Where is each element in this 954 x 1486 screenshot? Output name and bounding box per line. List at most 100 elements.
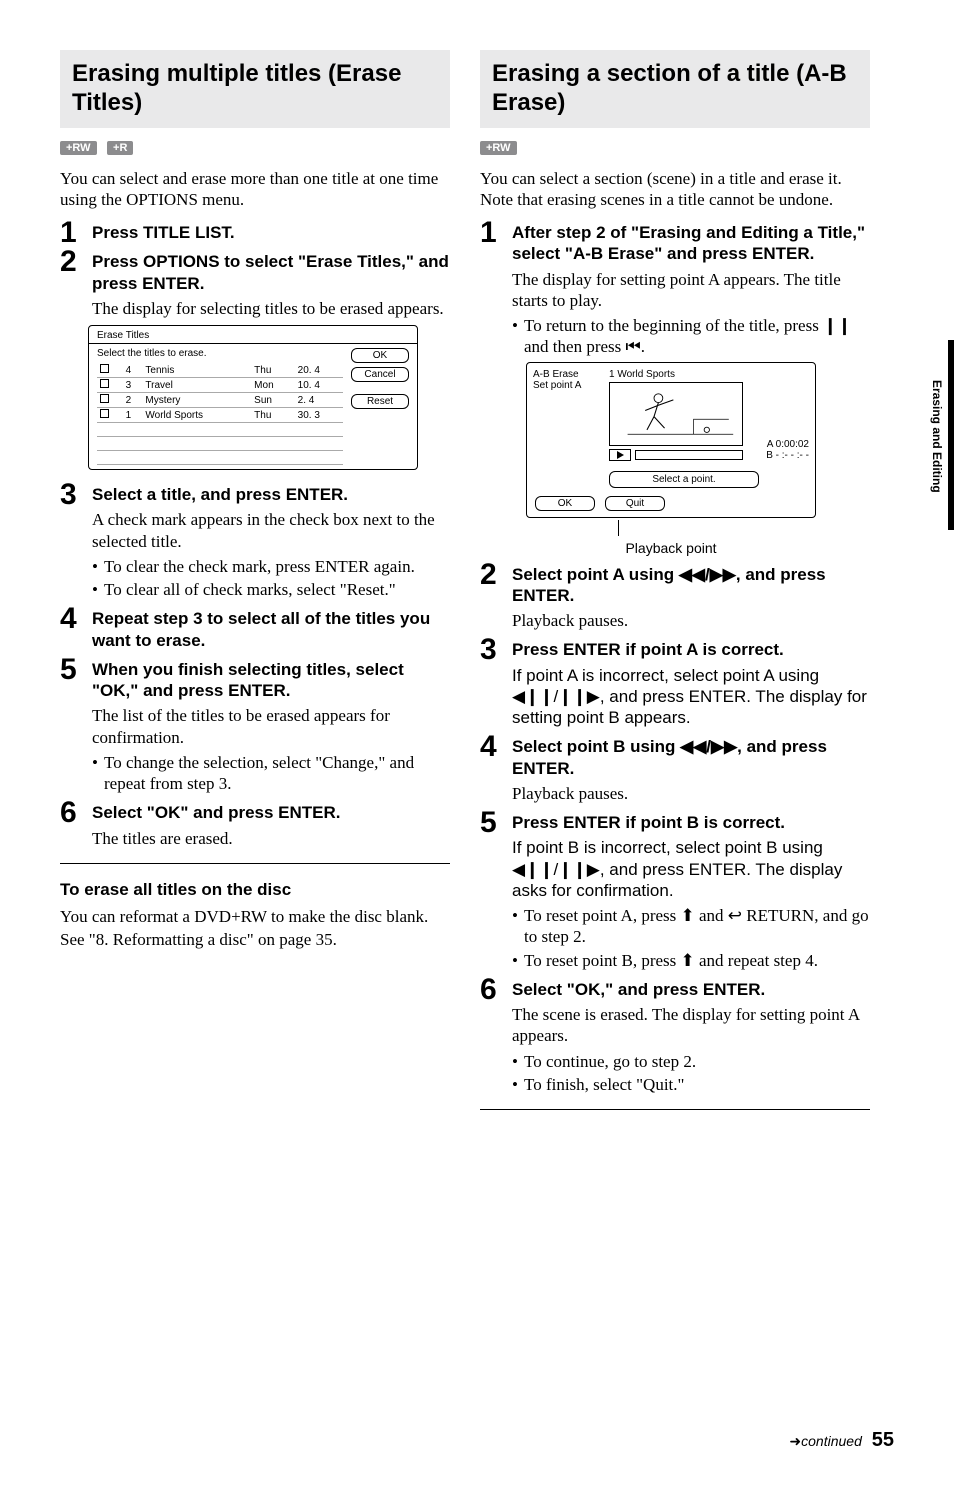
time-a: A 0:00:02 — [753, 439, 809, 450]
bullet: To reset point B, press ⬆ and repeat ste… — [512, 950, 870, 971]
row-len: 30. 3 — [295, 408, 343, 423]
left-subheading: To erase all titles on the disc — [60, 880, 450, 900]
right-intro: You can select a section (scene) in a ti… — [480, 168, 870, 211]
right-step-3: Press ENTER if point A is correct. If po… — [480, 639, 870, 728]
dialog-ok-button: OK — [535, 496, 595, 511]
left-section-title: Erasing multiple titles (Erase Titles) — [60, 50, 450, 128]
step-title: Select point B using ◀◀/▶▶, and press EN… — [512, 736, 870, 779]
step-title: Select a title, and press ENTER. — [92, 484, 450, 505]
left-intro: You can select and erase more than one t… — [60, 168, 450, 211]
bullet: To finish, select "Quit." — [512, 1074, 870, 1095]
row-name: World Sports — [142, 408, 251, 423]
step-title: Repeat step 3 to select all of the title… — [92, 608, 450, 651]
step-title: Press TITLE LIST. — [92, 222, 450, 243]
row-len: 2. 4 — [295, 393, 343, 408]
badge-rw: +RW — [480, 141, 517, 155]
step-body: The display for setting point A appears.… — [512, 269, 870, 312]
left-step-5: When you finish selecting titles, select… — [60, 659, 450, 795]
step-title: Select "OK," and press ENTER. — [512, 979, 870, 1000]
left-step-6: Select "OK" and press ENTER. The titles … — [60, 802, 450, 849]
row-day: Sun — [251, 393, 295, 408]
step-title: After step 2 of "Erasing and Editing a T… — [512, 222, 870, 265]
dialog-row: 4 Tennis Thu 20. 4 — [97, 363, 343, 378]
step-title: Press OPTIONS to select "Erase Titles," … — [92, 251, 450, 294]
row-name: Mystery — [142, 393, 251, 408]
left-subbody2: See "8. Reformatting a disc" on page 35. — [60, 929, 450, 950]
left-steps: Press TITLE LIST. Press OPTIONS to selec… — [60, 222, 450, 849]
right-section-title: Erasing a section of a title (A-B Erase) — [480, 50, 870, 128]
bullet: To continue, go to step 2. — [512, 1051, 870, 1072]
dialog-caption: Playback point — [526, 522, 816, 556]
progress-track — [635, 450, 743, 460]
dialog-ok-button: OK — [351, 348, 409, 363]
divider — [480, 1109, 870, 1110]
dialog-table: 4 Tennis Thu 20. 4 3 Travel Mon — [97, 363, 343, 465]
arrow-right-icon: ➜ — [789, 1433, 801, 1449]
left-step-2: Press OPTIONS to select "Erase Titles," … — [60, 251, 450, 470]
badge-rw: +RW — [60, 141, 97, 155]
step-title: Select point A using ◀◀/▶▶, and press EN… — [512, 564, 870, 607]
left-column: Erasing multiple titles (Erase Titles) +… — [60, 50, 450, 1120]
checkbox-icon — [100, 394, 109, 403]
play-icon — [609, 449, 631, 461]
dialog-row: 3 Travel Mon 10. 4 — [97, 378, 343, 393]
checkbox-icon — [100, 379, 109, 388]
right-step-2: Select point A using ◀◀/▶▶, and press EN… — [480, 564, 870, 632]
step-body: The scene is erased. The display for set… — [512, 1004, 870, 1047]
dialog-clip-name: 1 World Sports — [609, 369, 743, 380]
divider — [60, 863, 450, 864]
step-body: The display for selecting titles to be e… — [92, 298, 450, 319]
side-tab-label: Erasing and Editing — [930, 380, 944, 493]
bullet: To return to the beginning of the title,… — [512, 315, 870, 358]
step-body: The list of the titles to be erased appe… — [92, 705, 450, 748]
dialog-screen — [609, 382, 743, 446]
step-body: If point A is incorrect, select point A … — [512, 665, 870, 729]
row-day: Thu — [251, 363, 295, 378]
left-step-4: Repeat step 3 to select all of the title… — [60, 608, 450, 651]
row-num: 2 — [123, 393, 143, 408]
side-tab: Erasing and Editing — [932, 340, 954, 530]
dialog-cancel-button: Cancel — [351, 367, 409, 382]
row-num: 4 — [123, 363, 143, 378]
row-num: 1 — [123, 408, 143, 423]
step-body: Playback pauses. — [512, 783, 870, 804]
left-badges: +RW +R — [60, 138, 450, 156]
dialog-quit-button: Quit — [605, 496, 665, 511]
bullet: To change the selection, select "Change,… — [92, 752, 450, 795]
badge-r: +R — [107, 141, 133, 155]
dialog-label1: A-B Erase — [533, 369, 599, 380]
row-name: Travel — [142, 378, 251, 393]
ab-erase-dialog: A-B Erase Set point A 1 World Sports — [526, 362, 816, 518]
row-name: Tennis — [142, 363, 251, 378]
left-step-3: Select a title, and press ENTER. A check… — [60, 484, 450, 600]
step-body: A check mark appears in the check box ne… — [92, 509, 450, 552]
bullet: To clear the check mark, press ENTER aga… — [92, 556, 450, 577]
dialog-row: 1 World Sports Thu 30. 3 — [97, 408, 343, 423]
right-step-1: After step 2 of "Erasing and Editing a T… — [480, 222, 870, 556]
right-badges: +RW — [480, 138, 870, 156]
left-step-1: Press TITLE LIST. — [60, 222, 450, 243]
step-body: The titles are erased. — [92, 828, 450, 849]
dialog-title: Erase Titles — [89, 330, 417, 344]
dialog-row: 2 Mystery Sun 2. 4 — [97, 393, 343, 408]
right-column: Erasing a section of a title (A-B Erase)… — [480, 50, 870, 1120]
checkbox-icon — [100, 364, 109, 373]
continued-label: continued — [801, 1433, 862, 1449]
right-steps: After step 2 of "Erasing and Editing a T… — [480, 222, 870, 1095]
row-num: 3 — [123, 378, 143, 393]
row-len: 10. 4 — [295, 378, 343, 393]
row-day: Mon — [251, 378, 295, 393]
step-body: If point B is incorrect, select point B … — [512, 837, 870, 901]
step-title: When you finish selecting titles, select… — [92, 659, 450, 702]
side-tab-bar — [948, 340, 954, 530]
page-number: 55 — [872, 1429, 894, 1451]
right-step-5: Press ENTER if point B is correct. If po… — [480, 812, 870, 971]
dialog-label2: Set point A — [533, 380, 599, 391]
step-body: Playback pauses. — [512, 610, 870, 631]
step-title: Select "OK" and press ENTER. — [92, 802, 450, 823]
page-footer: ➜continued 55 — [789, 1429, 894, 1452]
step-title: Press ENTER if point B is correct. — [512, 812, 870, 833]
row-day: Thu — [251, 408, 295, 423]
right-step-4: Select point B using ◀◀/▶▶, and press EN… — [480, 736, 870, 804]
bullet: To reset point A, press ⬆ and ↩ RETURN, … — [512, 905, 870, 948]
